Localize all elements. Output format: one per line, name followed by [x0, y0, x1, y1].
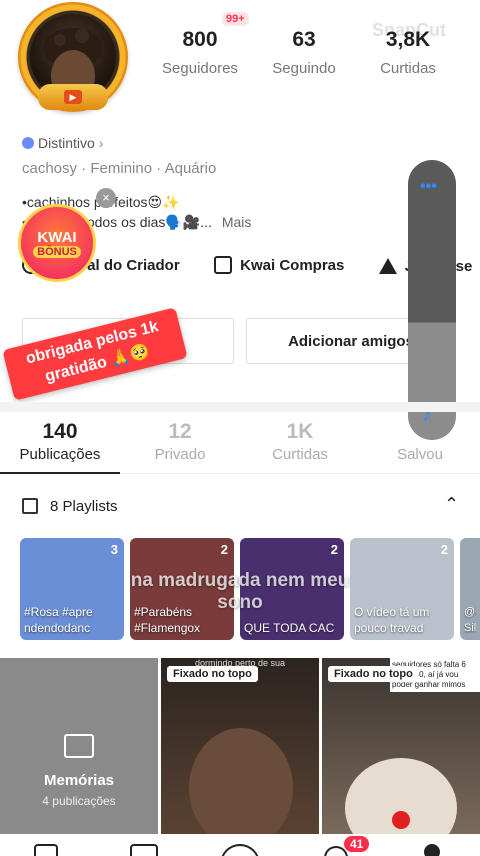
- notification-badge: 99+: [222, 12, 249, 26]
- stat-following-label: Seguindo: [272, 60, 336, 77]
- gender: Feminino: [90, 160, 153, 177]
- kwai-bonus-line1: KWAI: [37, 228, 77, 246]
- messages-badge: 41: [344, 836, 370, 852]
- side-floating-panel[interactable]: ••• ♪: [408, 160, 456, 440]
- shopping-bag-icon: [214, 256, 233, 274]
- play-icon: ▶: [64, 90, 82, 104]
- watermark: SnapCut: [372, 20, 446, 40]
- link-kwai-compras-label: Kwai Compras: [240, 256, 345, 274]
- video-overlay-caption: na madrugada nem meu sono: [130, 570, 350, 613]
- tab-count: 1K: [286, 420, 314, 443]
- game-icon[interactable]: [130, 844, 158, 856]
- playlist-count: 2: [330, 542, 338, 557]
- stat-followers[interactable]: 800 Seguidores: [150, 28, 250, 77]
- memories-icon: [64, 734, 94, 758]
- tab-curtidas[interactable]: 1K Curtidas: [240, 420, 360, 463]
- create-icon[interactable]: [220, 844, 260, 856]
- distintivo-label: Distintivo: [38, 135, 95, 151]
- playlist-caption: QUE TODA CAC: [244, 621, 335, 635]
- chevron-right-icon: ›: [98, 135, 104, 151]
- tab-publicacoes[interactable]: 140 Publicações: [0, 420, 120, 463]
- bio-more-link[interactable]: Mais: [222, 214, 252, 230]
- playlist-count: 3: [110, 542, 118, 557]
- bottom-nav: [0, 834, 480, 856]
- kwai-bonus-line2: BÔNUS: [33, 245, 81, 258]
- playlist-card[interactable]: @C Silv: [460, 538, 480, 640]
- playlist-caption: #Rosa #apre ndendodanc: [24, 605, 93, 635]
- memories-tile[interactable]: Memórias 4 publicações: [0, 658, 158, 834]
- memories-subtitle: 4 publicações: [42, 794, 116, 808]
- playlist-card[interactable]: 3 #Rosa #apre ndendodanc: [20, 538, 124, 640]
- tab-label: Salvou: [397, 446, 443, 463]
- distintivo-link[interactable]: Distintivo ›: [22, 135, 103, 151]
- profile-icon[interactable]: [424, 844, 440, 856]
- tab-count: 12: [168, 420, 192, 443]
- tent-icon: [378, 258, 397, 274]
- more-icon[interactable]: •••: [420, 178, 437, 196]
- badge-icon: [22, 137, 34, 149]
- section-divider: [0, 402, 480, 412]
- video-tile[interactable]: dormindo perto de sua Fixado no topo: [161, 658, 319, 834]
- home-icon[interactable]: [34, 844, 58, 856]
- playlist-caption: @C Silv: [464, 606, 476, 634]
- playlist-icon: [22, 498, 38, 514]
- playlist-count: 2: [440, 542, 448, 557]
- active-tab-indicator: [0, 472, 120, 474]
- profile-tabs: 140 Publicações 12 Privado 1K Curtidas S…: [0, 412, 480, 474]
- tab-label: Curtidas: [272, 446, 328, 463]
- stat-followers-label: Seguidores: [162, 60, 238, 77]
- video-thumbnail: [345, 758, 457, 834]
- kwai-bonus-button[interactable]: KWAI BÔNUS: [18, 204, 96, 282]
- link-kwai-compras[interactable]: Kwai Compras: [214, 256, 344, 274]
- stat-followers-value: 800: [182, 28, 218, 51]
- pinned-badge: Fixado no topo: [328, 666, 419, 682]
- tab-count: [360, 420, 480, 444]
- close-icon[interactable]: ×: [96, 188, 116, 208]
- avatar-live-badge: ▶: [38, 84, 108, 110]
- tab-label: Privado: [154, 446, 206, 463]
- tab-privado[interactable]: 12 Privado: [120, 420, 240, 463]
- playlists-count: 8 Playlists: [50, 498, 118, 515]
- tab-label: Publicações: [19, 446, 101, 463]
- chevron-up-icon[interactable]: ⌃: [444, 494, 459, 515]
- profile-meta: cachosy · Feminino · Aquário: [22, 160, 217, 177]
- stat-following[interactable]: 63 Seguindo: [254, 28, 354, 77]
- video-tile[interactable]: seguidores só falta 6 para 500, aí já vo…: [322, 658, 480, 834]
- stat-following-value: 63: [292, 28, 316, 51]
- video-thumbnail: [189, 728, 293, 834]
- memories-title: Memórias: [43, 772, 115, 789]
- zodiac: Aquário: [164, 160, 217, 177]
- playlist-count: 2: [220, 542, 228, 557]
- playlists-header[interactable]: 8 Playlists ⌃: [0, 488, 480, 524]
- tab-salvou[interactable]: Salvou: [360, 420, 480, 463]
- tab-count: 140: [42, 420, 78, 443]
- stat-likes-label: Curtidas: [380, 60, 436, 77]
- username: cachosy: [22, 160, 78, 177]
- pinned-badge: Fixado no topo: [167, 666, 258, 682]
